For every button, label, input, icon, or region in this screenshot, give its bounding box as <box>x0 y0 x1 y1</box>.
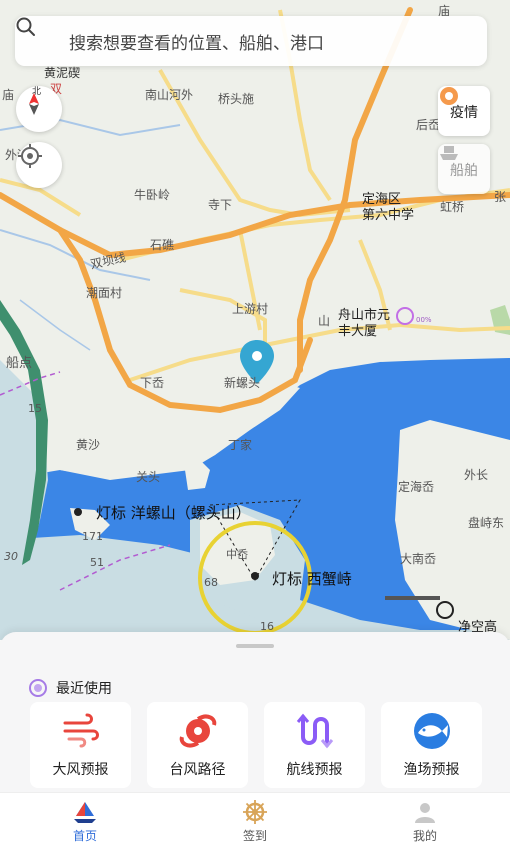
map-label: 上游村 <box>232 302 269 316</box>
waterway-3 <box>19 299 91 351</box>
nautical-map[interactable]: 庙 黄泥碶 庙 双 南山河外 桥头施 后岙 外洗 牛卧岭 寺下 定海区 第六中学… <box>0 0 510 640</box>
bottom-panel: 最近使用 大风预报 台风路径 航线预报 渔场预报 <box>0 632 510 792</box>
map-label-beacon: 灯标 西蟹峙 <box>272 570 352 588</box>
ship-label: 船舶 <box>450 162 478 179</box>
map-label: 51 <box>90 556 104 569</box>
map-label: 丁家 <box>228 438 253 452</box>
tab-profile[interactable]: 我的 <box>340 793 510 850</box>
map-label: 南山河外 <box>145 88 194 102</box>
map-label: 171 <box>82 530 103 543</box>
tool-label: 大风预报 <box>52 762 109 778</box>
beacon-marker-1 <box>74 508 82 516</box>
map-label: 桥头施 <box>218 92 255 106</box>
locate-icon <box>18 144 42 168</box>
tool-grid: 大风预报 台风路径 航线预报 渔场预报 <box>30 702 482 788</box>
map-label: 新螺头 <box>224 376 261 390</box>
map-label: 黄泥碶 <box>44 66 81 80</box>
map-label: 虹桥 <box>440 200 465 214</box>
map-label: 庙 <box>2 88 15 102</box>
tab-label: 签到 <box>242 829 267 843</box>
epidemic-icon <box>440 87 458 105</box>
map-label: 00% <box>416 316 432 324</box>
map-label: 后岙 <box>416 118 441 132</box>
tab-label: 首页 <box>72 829 97 843</box>
bottom-tab-bar: 首页 签到 我的 <box>0 792 510 850</box>
ship-button[interactable]: 船舶 <box>438 144 490 194</box>
beacon-marker-2 <box>251 572 259 580</box>
tool-label: 台风路径 <box>169 762 226 778</box>
compass-north-label: 北 <box>32 87 42 97</box>
tool-typhoon-path[interactable]: 台风路径 <box>147 702 248 788</box>
map-label: 石礁 <box>150 238 175 252</box>
tool-label: 航线预报 <box>286 762 343 778</box>
map-label: 中岙 <box>226 548 248 561</box>
recent-section-header: 最近使用 <box>28 678 112 698</box>
map-label-beacon: 灯标 洋螺山（螺头山） <box>96 504 251 522</box>
map-canvas <box>0 7 510 640</box>
map-label: 30 <box>4 550 18 563</box>
recent-icon <box>29 679 47 697</box>
map-label: 寺下 <box>208 198 233 212</box>
map-label: 15 <box>28 402 42 415</box>
ship-icon <box>440 146 458 160</box>
sailboat-icon <box>71 799 99 825</box>
map-label: 大南岙 <box>400 552 437 566</box>
map-label: 黄沙 <box>76 438 101 452</box>
user-icon <box>411 799 439 825</box>
map-label: 牛卧岭 <box>134 188 171 202</box>
typhoon-icon <box>178 711 218 751</box>
search-placeholder: 搜索想要查看的位置、船舶、港口 <box>69 33 324 54</box>
tab-home[interactable]: 首页 <box>0 793 170 850</box>
tool-wind-forecast[interactable]: 大风预报 <box>30 702 131 788</box>
tab-label: 我的 <box>412 829 437 843</box>
fish-icon <box>412 711 452 751</box>
map-label: 船点 <box>6 356 33 371</box>
map-label: 张 <box>494 190 507 204</box>
recent-title: 最近使用 <box>56 681 112 697</box>
map-label: 第六中学 <box>362 208 415 223</box>
tool-label: 渔场预报 <box>403 762 460 778</box>
map-label: 山 <box>318 314 331 328</box>
map-label: 丰大厦 <box>338 324 378 339</box>
tool-route-forecast[interactable]: 航线预报 <box>264 702 365 788</box>
tool-fishery-forecast[interactable]: 渔场预报 <box>381 702 482 788</box>
wind-icon <box>61 711 101 751</box>
poi-purple <box>396 307 414 325</box>
map-label: 定海岙 <box>398 480 435 494</box>
locate-button[interactable] <box>16 142 62 188</box>
map-label: 盘峙东 <box>468 516 505 530</box>
map-label: 68 <box>204 576 218 589</box>
search-icon <box>16 17 63 52</box>
map-label: 外长 <box>464 468 489 482</box>
epidemic-button[interactable]: 疫情 <box>438 86 490 136</box>
panel-drag-handle[interactable] <box>236 644 274 648</box>
map-label: 潮面村 <box>86 286 123 300</box>
map-label: 下岙 <box>140 376 165 390</box>
map-label: 关头 <box>136 470 161 484</box>
helm-icon <box>241 799 269 825</box>
tab-checkin[interactable]: 签到 <box>170 793 340 850</box>
search-input[interactable]: 搜索想要查看的位置、船舶、港口 <box>15 16 487 66</box>
route-icon <box>295 711 335 751</box>
